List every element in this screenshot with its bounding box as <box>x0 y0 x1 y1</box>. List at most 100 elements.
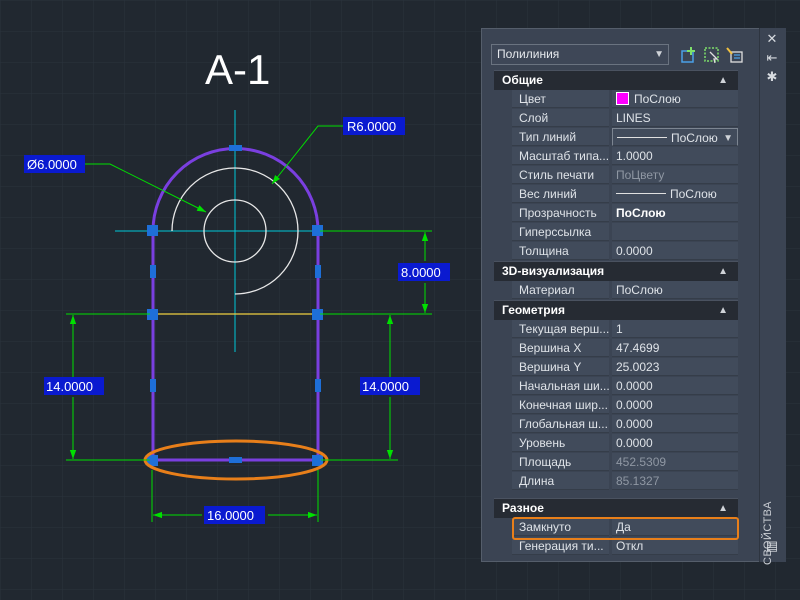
grip-midpoint[interactable] <box>150 265 156 278</box>
prop-name: Уровень <box>512 434 609 452</box>
category-misc[interactable]: Разное ▲ <box>494 498 738 518</box>
prop-name: Вес линий <box>512 185 609 203</box>
prop-row-length[interactable]: Длина 85.1327 <box>494 472 738 491</box>
prop-value[interactable]: LINES <box>612 109 738 127</box>
prop-name: Тип линий <box>512 128 609 146</box>
quick-select-icon[interactable] <box>725 45 745 65</box>
prop-row-vertex-x[interactable]: Вершина X 47.4699 <box>494 339 738 358</box>
prop-row-material[interactable]: Материал ПоСлою <box>494 281 738 300</box>
grip-midpoint[interactable] <box>315 265 321 278</box>
color-swatch <box>616 92 629 105</box>
category-label: Геометрия <box>502 303 566 317</box>
prop-name: Гиперссылка <box>512 223 609 241</box>
prop-row-area[interactable]: Площадь 452.5309 <box>494 453 738 472</box>
prop-value[interactable]: 0.0000 <box>612 377 738 395</box>
prop-value[interactable]: ПоСлою <box>612 281 738 299</box>
prop-name: Масштаб типа... <box>512 147 609 165</box>
prop-name: Площадь <box>512 453 609 471</box>
prop-row-hyperlink[interactable]: Гиперссылка <box>494 223 738 242</box>
autohide-icon[interactable]: ⇤ <box>764 50 780 66</box>
prop-value[interactable]: ПоСлою <box>612 90 738 108</box>
chevron-down-icon: ▼ <box>654 49 664 60</box>
prop-name: Глобальная ш... <box>512 415 609 433</box>
lineweight-preview <box>616 193 666 194</box>
prop-row-start-width[interactable]: Начальная ши... 0.0000 <box>494 377 738 396</box>
prop-value: 452.5309 <box>612 453 738 471</box>
dim-label-diameter: Ø6.0000 <box>27 157 77 172</box>
drawing-title: A-1 <box>205 46 270 93</box>
grip-midpoint[interactable] <box>150 379 156 392</box>
prop-name: Стиль печати <box>512 166 609 184</box>
prop-name: Слой <box>512 109 609 127</box>
chevron-down-icon: ▼ <box>723 133 733 144</box>
category-label: Разное <box>502 501 544 515</box>
prop-name: Прозрачность <box>512 204 609 222</box>
prop-value[interactable]: ПоСлою <box>612 204 738 222</box>
prop-value-text: ПоСлою <box>670 187 717 201</box>
closed-property-highlight <box>512 517 739 540</box>
prop-value-text: ПоСлою <box>671 131 718 145</box>
prop-name: Вершина Y <box>512 358 609 376</box>
properties-menu-icon[interactable]: ✱ <box>764 69 780 85</box>
prop-row-vertex-y[interactable]: Вершина Y 25.0023 <box>494 358 738 377</box>
prop-name: Конечная шир... <box>512 396 609 414</box>
dim-label-right-14: 14.0000 <box>362 379 409 394</box>
prop-row-current-vertex[interactable]: Текущая верш... 1 <box>494 320 738 339</box>
prop-row-linetype[interactable]: Тип линий ПоСлою ▼ <box>494 128 738 147</box>
linetype-preview <box>617 137 667 138</box>
category-geometry[interactable]: Геометрия ▲ <box>494 300 738 320</box>
palette-title: СВОЙСТВА <box>762 501 774 565</box>
category-label: 3D-визуализация <box>502 264 605 278</box>
prop-name: Текущая верш... <box>512 320 609 338</box>
prop-value[interactable]: 0.0000 <box>612 415 738 433</box>
prop-row-color[interactable]: Цвет ПоСлою <box>494 90 738 109</box>
prop-row-transparency[interactable]: Прозрачность ПоСлою <box>494 204 738 223</box>
grip-midpoint[interactable] <box>229 457 242 463</box>
dim-label-bottom-16: 16.0000 <box>207 508 254 523</box>
grip-vertex[interactable] <box>147 225 158 236</box>
prop-row-global-width[interactable]: Глобальная ш... 0.0000 <box>494 415 738 434</box>
prop-name: Начальная ши... <box>512 377 609 395</box>
select-objects-icon[interactable] <box>702 45 722 65</box>
grip-midpoint[interactable] <box>229 145 242 151</box>
category-label: Общие <box>502 73 543 87</box>
prop-row-end-width[interactable]: Конечная шир... 0.0000 <box>494 396 738 415</box>
prop-row-plot-style[interactable]: Стиль печати ПоЦвету <box>494 166 738 185</box>
category-3d-visualization[interactable]: 3D-визуализация ▲ <box>494 261 738 281</box>
toggle-pickadd-icon[interactable] <box>679 45 699 65</box>
prop-value[interactable]: 25.0023 <box>612 358 738 376</box>
object-type-select[interactable]: Полилиния ▼ <box>491 44 669 65</box>
linetype-dropdown[interactable]: ПоСлою ▼ <box>612 128 738 146</box>
prop-name: Материал <box>512 281 609 299</box>
prop-value[interactable]: 0.0000 <box>612 434 738 452</box>
palette-title-strip[interactable]: ✕ ⇤ ✱ СВОЙСТВА ▤ <box>759 28 786 565</box>
prop-row-lineweight[interactable]: Вес линий ПоСлою <box>494 185 738 204</box>
prop-row-thickness[interactable]: Толщина 0.0000 <box>494 242 738 261</box>
prop-value[interactable]: 0.0000 <box>612 396 738 414</box>
prop-name: Длина <box>512 472 609 490</box>
properties-grid: Общие ▲ Цвет ПоСлою Слой LINES Тип линий… <box>494 70 738 556</box>
prop-value: 85.1327 <box>612 472 738 490</box>
object-type-value: Полилиния <box>497 47 560 61</box>
close-icon[interactable]: ✕ <box>764 31 780 47</box>
prop-name: Цвет <box>512 90 609 108</box>
grip-midpoint[interactable] <box>315 379 321 392</box>
prop-row-layer[interactable]: Слой LINES <box>494 109 738 128</box>
dim-label-8: 8.0000 <box>401 265 441 280</box>
prop-name: Толщина <box>512 242 609 260</box>
prop-row-elevation[interactable]: Уровень 0.0000 <box>494 434 738 453</box>
prop-value[interactable]: 1.0000 <box>612 147 738 165</box>
prop-value: ПоЦвету <box>612 166 738 184</box>
prop-value[interactable]: ПоСлою <box>612 185 738 203</box>
dim-label-radius: R6.0000 <box>347 119 396 134</box>
prop-value[interactable]: 47.4699 <box>612 339 738 357</box>
prop-row-linetype-scale[interactable]: Масштаб типа... 1.0000 <box>494 147 738 166</box>
dim-label-left-14: 14.0000 <box>46 379 93 394</box>
palette-settings-icon[interactable]: ▤ <box>764 538 780 554</box>
prop-value-text: ПоСлою <box>634 92 681 106</box>
prop-value[interactable] <box>612 223 738 241</box>
chevron-up-icon: ▲ <box>718 503 728 514</box>
prop-value[interactable]: 0.0000 <box>612 242 738 260</box>
prop-value[interactable]: 1 <box>612 320 738 338</box>
category-general[interactable]: Общие ▲ <box>494 70 738 90</box>
